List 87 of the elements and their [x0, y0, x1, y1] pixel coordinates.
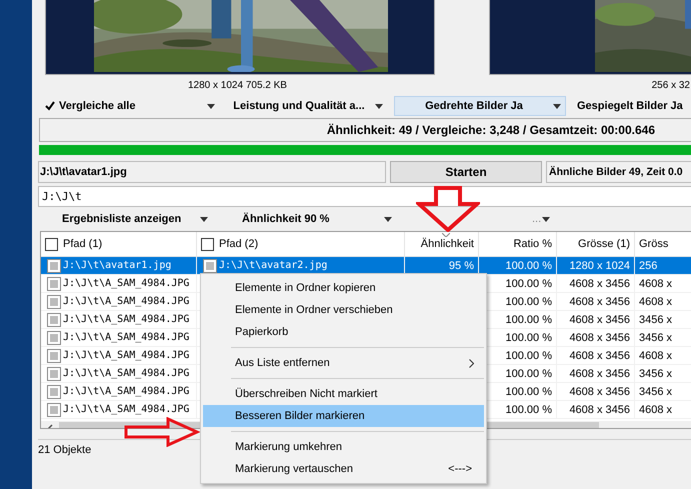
caret-icon: [384, 216, 392, 222]
table-cell: J:\J\t\A_SAM_4984.JPG: [63, 404, 190, 415]
table-cell: 100.00 %: [506, 332, 552, 344]
image-file-icon: [47, 330, 61, 344]
table-cell: 100.00 %: [506, 368, 552, 380]
column-header[interactable]: Ratio %: [479, 232, 557, 256]
filter-dropdown[interactable]: Ähnlichkeit 90 %: [242, 213, 392, 225]
menu-item[interactable]: Überschreiben Nicht markiert: [203, 383, 484, 405]
image-file-icon: [47, 276, 61, 290]
column-header[interactable]: Pfad (1): [41, 232, 197, 256]
toolbar-dropdown[interactable]: Gespiegelt Bilder Ja: [572, 96, 688, 116]
table-cell: 4608 x: [639, 350, 672, 362]
caret-icon: [542, 216, 550, 222]
menu-item[interactable]: Aus Liste entfernen: [203, 352, 484, 374]
caret-icon: [553, 104, 561, 108]
table-cell: 100.00 %: [506, 314, 552, 326]
table-cell: 100.00 %: [506, 260, 552, 272]
table-cell: 100.00 %: [506, 278, 552, 290]
table-cell: J:\J\t\A_SAM_4984.JPG: [63, 314, 190, 325]
checkbox[interactable]: [201, 238, 214, 250]
column-header[interactable]: Pfad (2): [197, 232, 405, 256]
image-file-icon: [203, 258, 217, 272]
table-cell: J:\J\t\A_SAM_4984.JPG: [63, 296, 190, 307]
caret-icon: [375, 104, 383, 108]
table-cell: J:\J\t\A_SAM_4984.JPG: [63, 278, 190, 289]
toolbar-dropdown[interactable]: Vergleiche alle: [40, 96, 220, 116]
image-file-icon: [47, 384, 61, 398]
image-file-icon: [47, 294, 61, 308]
table-cell: 3456 x: [639, 332, 672, 344]
checkbox[interactable]: [45, 238, 58, 250]
table-cell: 100.00 %: [506, 386, 552, 398]
result-info: Ähnliche Bilder 49, Zeit 0.0: [546, 161, 691, 183]
column-header[interactable]: Grösse (1): [557, 232, 635, 256]
table-cell: 4608 x 3456: [569, 368, 630, 380]
table-cell: 256: [639, 260, 658, 272]
start-button[interactable]: Starten: [390, 161, 542, 183]
caret-icon: [200, 216, 208, 222]
table-cell: 4608 x 3456: [569, 332, 630, 344]
path-field[interactable]: J:\J\t: [38, 186, 691, 207]
menu-item[interactable]: Elemente in Ordner verschieben: [203, 299, 484, 321]
toolbar-dropdown[interactable]: Leistung und Qualität a...: [222, 96, 388, 116]
table-cell: 3456 x: [639, 368, 672, 380]
status-text: 21 Objekte: [38, 444, 92, 456]
table-cell: 4608 x: [639, 296, 672, 308]
menu-item[interactable]: Besseren Bilder markieren: [203, 405, 484, 427]
file-field[interactable]: J:\J\t\avatar1.jpg: [38, 161, 386, 183]
image-caption: 1280 x 1024 705.2 KB: [188, 80, 287, 90]
table-cell: 4608 x 3456: [569, 386, 630, 398]
check-icon: [45, 101, 55, 111]
table-cell: J:\J\t\A_SAM_4984.JPG: [63, 332, 190, 343]
table-cell: 4608 x: [639, 404, 672, 416]
image-file-icon: [47, 366, 61, 380]
table-cell: 1280 x 1024: [569, 260, 630, 272]
sort-icon: [442, 233, 450, 237]
summary-text: Ähnlichkeit: 49 / Vergleiche: 3,248 / Gesamtzeit: 00:00.646: [39, 118, 691, 142]
table-cell: 4608 x 3456: [569, 314, 630, 326]
table-cell: 3456 x: [639, 314, 672, 326]
table-cell: 3456 x: [639, 386, 672, 398]
image-file-icon: [47, 312, 61, 326]
table-cell: 4608 x 3456: [569, 404, 630, 416]
table-cell: 100.00 %: [506, 350, 552, 362]
menu-item[interactable]: Papierkorb: [203, 321, 484, 343]
table-cell: J:\J\t\A_SAM_4984.JPG: [63, 386, 190, 397]
table-cell: J:\J\t\A_SAM_4984.JPG: [63, 350, 190, 361]
table-cell: 4608 x 3456: [569, 350, 630, 362]
column-header[interactable]: Gröss: [635, 232, 691, 256]
image-file-icon: [47, 348, 61, 362]
column-header[interactable]: Ähnlichkeit: [405, 232, 479, 256]
down-arrow: [416, 186, 480, 232]
table-cell: 4608 x 3456: [569, 296, 630, 308]
menu-item[interactable]: Markierung umkehren: [203, 436, 484, 458]
table-cell: J:\J\t\avatar1.jpg: [63, 260, 172, 271]
table-cell: 95 %: [448, 260, 474, 272]
image-file-icon: [47, 402, 61, 416]
filter-dropdown[interactable]: Ergebnisliste anzeigen: [62, 213, 222, 225]
table-cell: J:\J\t\A_SAM_4984.JPG: [63, 368, 190, 379]
table-cell: 4608 x 3456: [569, 278, 630, 290]
table-cell: 100.00 %: [506, 296, 552, 308]
image-caption: 256 x 32: [652, 80, 690, 90]
table-cell: 4608 x: [639, 278, 672, 290]
image-file-icon: [47, 258, 61, 272]
menu-item[interactable]: Markierung vertauschen <--->: [203, 458, 484, 480]
menu-item[interactable]: Elemente in Ordner kopieren: [203, 277, 484, 299]
toolbar-dropdown[interactable]: Gedrehte Bilder Ja: [394, 96, 566, 116]
caret-icon: [207, 104, 215, 108]
table-cell: J:\J\t\avatar2.jpg: [219, 260, 328, 271]
table-cell: 100.00 %: [506, 404, 552, 416]
